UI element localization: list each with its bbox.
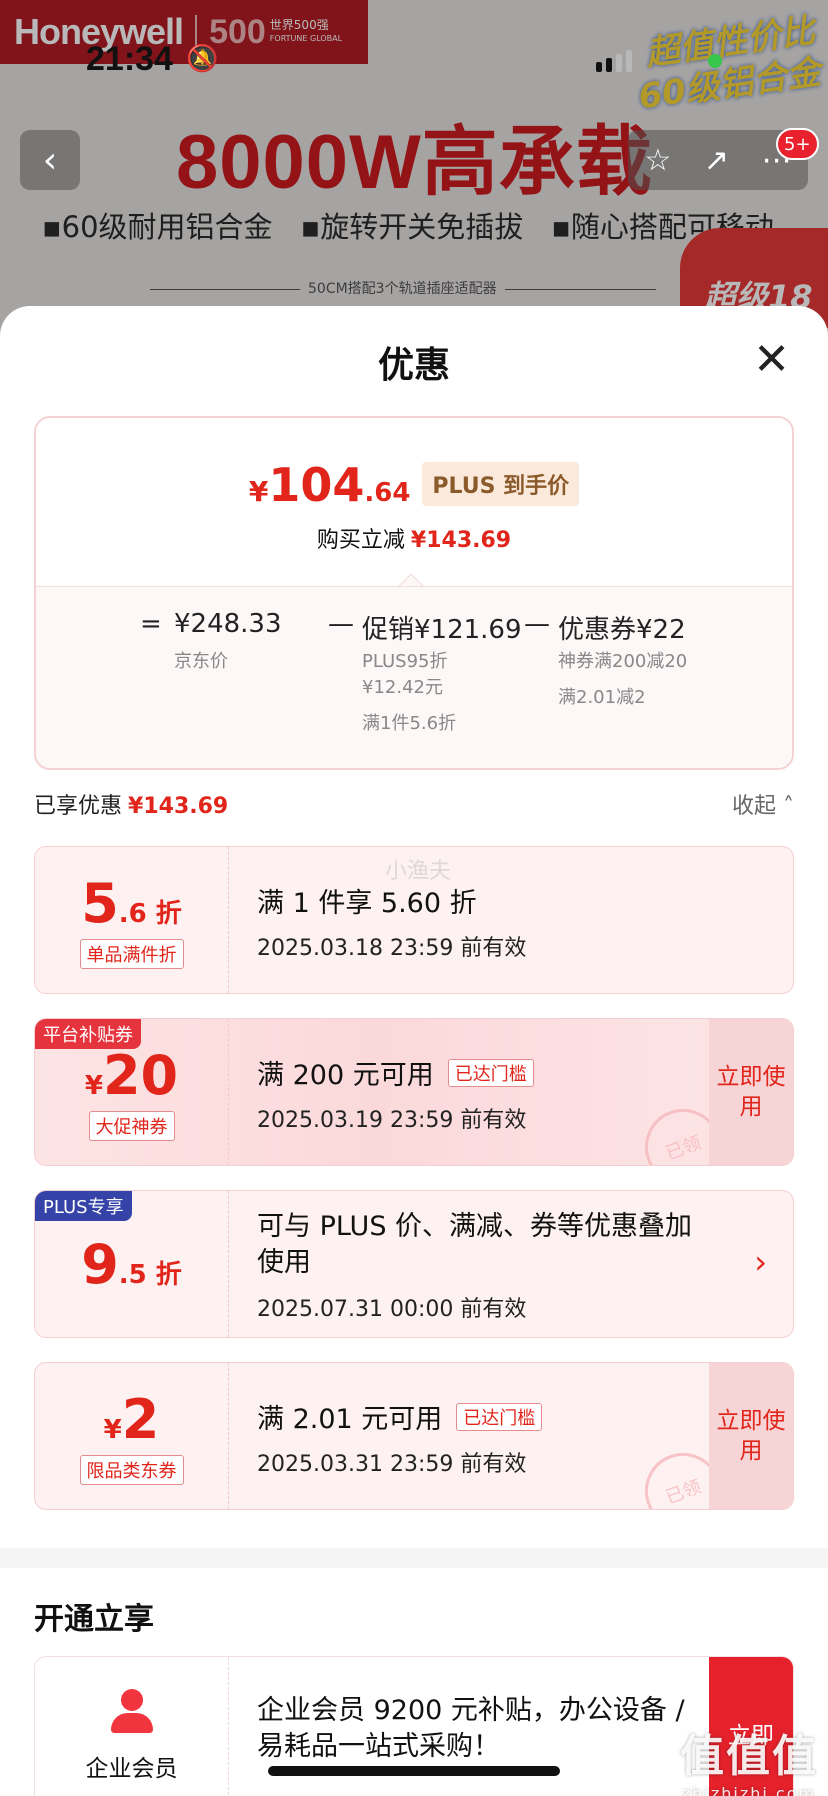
sheet-title: 优惠 — [377, 345, 450, 386]
final-price: ¥ 104 .64 PLUS 到手价 — [36, 458, 792, 514]
share-icon[interactable]: ↗ — [704, 143, 729, 178]
promo-detail: PLUS95折 — [362, 651, 448, 672]
card-info: 满 2.01 元可用 已达门槛 2025.03.31 23:59 前有效 — [257, 1397, 703, 1478]
saving-label: 购买立减 — [316, 528, 405, 553]
member-benefit-text: 企业会员 9200 元补贴，办公设备 / 易耗品一站式采购！ — [257, 1695, 685, 1762]
promo-detail: 满1件5.6折 — [362, 713, 457, 734]
price-symbol: ¥ — [248, 475, 269, 508]
section-divider — [0, 1548, 828, 1568]
platform-subsidy-tag: 平台补贴券 — [35, 1019, 141, 1049]
camera-indicator-icon — [708, 54, 722, 68]
card-title: 满 2.01 元可用 已达门槛 — [257, 1397, 703, 1436]
threshold-badge: 已达门槛 — [456, 1402, 543, 1431]
plus-price-tag: PLUS 到手价 — [422, 462, 580, 506]
site-watermark-logo: 值值值 — [680, 1731, 818, 1782]
card-value: 9 .5 折 — [81, 1233, 182, 1296]
discount-sheet: 优惠 ✕ ¥ 104 .64 PLUS 到手价 购买立减 ¥143.69 = ¥2… — [0, 306, 828, 1796]
status-time: 21:34 — [86, 40, 173, 78]
close-icon[interactable]: ✕ — [753, 338, 790, 382]
value-small: .5 折 — [118, 1259, 182, 1290]
threshold-badge: 已达门槛 — [447, 1058, 534, 1087]
discount-card: 小渔夫 5 .6 折 单品满件折 满 1 件享 5.60 折 2025.03.1… — [34, 846, 794, 994]
card-info: 满 200 元可用 已达门槛 2025.03.19 23:59 前有效 — [257, 1053, 703, 1134]
value-big: 2 — [121, 1387, 160, 1451]
favorite-icon[interactable]: ☆ — [644, 143, 671, 178]
value-small: .6 折 — [118, 898, 182, 929]
coupon-detail: 满2.01减2 — [558, 687, 646, 708]
card-value-area: ¥ 2 限品类东券 — [35, 1363, 229, 1509]
card-validity: 2025.07.31 00:00 前有效 — [257, 1297, 527, 1322]
value-big: 20 — [102, 1043, 179, 1107]
price-integer: 104 — [268, 458, 365, 512]
member-name: 企业会员 — [85, 1756, 178, 1782]
use-now-button[interactable]: 立即使用 — [709, 1363, 793, 1509]
promo-detail: ¥12.42元 — [362, 677, 443, 698]
saving-value: ¥143.69 — [410, 528, 512, 553]
collapse-button[interactable]: 收起 ˄ — [732, 788, 794, 820]
card-title: 满 200 元可用 已达门槛 — [257, 1053, 703, 1092]
product-banner: Honeywell 500 世界500强 FORTUNE GLOBAL 超值性价… — [0, 0, 828, 340]
jd-price-label: 京东价 — [174, 651, 228, 672]
bell-muted-icon: 🔕 — [186, 44, 219, 74]
price-summary: ¥ 104 .64 PLUS 到手价 购买立减 ¥143.69 = ¥248.33… — [34, 416, 794, 770]
plus-exclusive-tag: PLUS专享 — [35, 1191, 132, 1221]
member-identity: 企业会员 — [35, 1657, 229, 1796]
equals-sign: = — [140, 609, 162, 639]
summary-top: ¥ 104 .64 PLUS 到手价 购买立减 ¥143.69 — [36, 418, 792, 586]
section-title: 开通立享 — [34, 1602, 154, 1637]
card-value: ¥ 2 — [104, 1388, 160, 1451]
card-validity: 2025.03.31 23:59 前有效 — [257, 1452, 527, 1477]
user-icon — [109, 1689, 155, 1735]
back-button[interactable]: ‹ — [20, 130, 80, 190]
card-title-text: 满 2.01 元可用 — [257, 1404, 443, 1435]
site-watermark: 值值值 zhizhizhi.com — [680, 1720, 818, 1796]
card-title: 可与 PLUS 价、满减、券等优惠叠加使用 — [257, 1209, 703, 1281]
card-info: 满 1 件享 5.60 折 2025.03.18 23:59 前有效 — [257, 881, 703, 962]
card-type-label: 限品类东券 — [79, 1454, 184, 1485]
coupon-card: ¥ 20 大促神券 平台补贴券 满 200 元可用 已达门槛 2025.03.1… — [34, 1018, 794, 1166]
card-info: 可与 PLUS 价、满减、券等优惠叠加使用 2025.07.31 00:00 前… — [257, 1209, 703, 1323]
card-validity: 2025.03.18 23:59 前有效 — [257, 936, 527, 961]
value-big: 5 — [81, 871, 119, 935]
card-validity: 2025.03.19 23:59 前有效 — [257, 1108, 527, 1133]
currency-symbol: ¥ — [103, 1414, 122, 1445]
currency-symbol: ¥ — [84, 1070, 103, 1101]
site-watermark-url: zhizhizhi.com — [681, 1784, 817, 1796]
message-badge: 5+ — [776, 128, 819, 160]
back-icon: ‹ — [42, 139, 58, 181]
minus-sign: — — [328, 609, 354, 639]
card-title-text: 可与 PLUS 价、满减、券等优惠叠加使用 — [257, 1211, 693, 1278]
card-title: 满 1 件享 5.60 折 — [257, 881, 703, 920]
coupon-amount: 优惠券¥22 — [558, 615, 686, 645]
value-big: 9 — [81, 1232, 119, 1296]
enjoyed-value: ¥143.69 — [128, 794, 229, 819]
card-title-text: 满 200 元可用 — [257, 1060, 434, 1091]
signal-icon — [596, 50, 632, 72]
price-decimal: .64 — [364, 478, 411, 508]
jd-price: ¥248.33 — [174, 609, 282, 639]
enjoyed-label: 已享优惠 — [34, 794, 123, 819]
card-type-label: 大促神券 — [88, 1110, 175, 1141]
use-now-button[interactable]: 立即使用 — [709, 1019, 793, 1165]
card-value: 5 .6 折 — [81, 872, 182, 935]
minus-sign: — — [524, 609, 550, 639]
home-indicator[interactable] — [268, 1766, 560, 1776]
card-title-text: 满 1 件享 5.60 折 — [257, 888, 477, 919]
card-value-area: 5 .6 折 单品满件折 — [35, 847, 229, 993]
card-type-label: 单品满件折 — [79, 938, 184, 969]
promo-amount: 促销¥121.69 — [362, 615, 522, 645]
plus-discount-card[interactable]: 9 .5 折 PLUS专享 可与 PLUS 价、满减、券等优惠叠加使用 2025… — [34, 1190, 794, 1338]
coupon-card: ¥ 2 限品类东券 满 2.01 元可用 已达门槛 2025.03.31 23:… — [34, 1362, 794, 1510]
instant-saving: 购买立减 ¥143.69 — [36, 522, 792, 554]
card-value: ¥ 20 — [85, 1044, 178, 1107]
chevron-right-icon: › — [754, 1243, 767, 1281]
enjoyed-discount-row: 已享优惠 ¥143.69 收起 ˄ — [34, 788, 794, 824]
price-breakdown: = ¥248.33 京东价 — 促销¥121.69 PLUS95折 ¥12.42… — [36, 586, 792, 768]
coupon-detail: 神券满200减20 — [558, 651, 688, 672]
